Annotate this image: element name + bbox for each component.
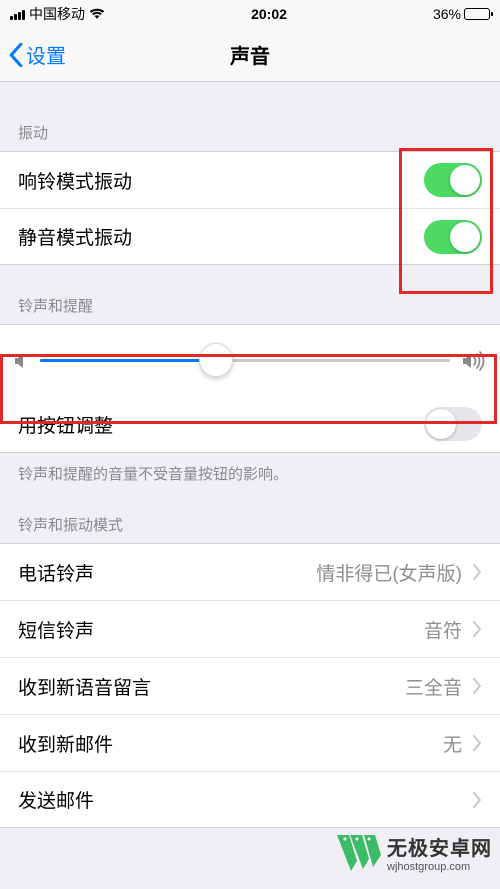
status-bar: 中国移动 20:02 36% bbox=[0, 0, 500, 28]
watermark-url: wjhostgroup.com bbox=[387, 861, 492, 873]
battery-indicator: 36% bbox=[433, 6, 490, 22]
nav-bar: 设置 声音 bbox=[0, 28, 500, 82]
chevron-right-icon bbox=[472, 792, 482, 808]
watermark: 无极安卓网 wjhostgroup.com bbox=[337, 832, 492, 873]
row-label: 短信铃声 bbox=[18, 616, 94, 643]
row-pattern-item[interactable]: 收到新邮件 无 bbox=[0, 714, 500, 771]
chevron-right-icon bbox=[472, 735, 482, 751]
watermark-cn: 无极安卓网 bbox=[387, 832, 492, 861]
row-label: 响铃模式振动 bbox=[18, 167, 132, 194]
row-label: 电话铃声 bbox=[18, 559, 94, 586]
status-left: 中国移动 bbox=[10, 4, 105, 24]
row-label: 用按钮调整 bbox=[18, 411, 113, 438]
row-pattern-item[interactable]: 电话铃声 情非得已(女声版) bbox=[0, 543, 500, 600]
row-vibrate-on-ring: 响铃模式振动 bbox=[0, 151, 500, 208]
row-value: 情非得已(女声版) bbox=[316, 559, 462, 586]
watermark-logo-icon bbox=[337, 835, 381, 871]
section-header-patterns: 铃声和振动模式 bbox=[0, 484, 500, 543]
row-change-with-buttons: 用按钮调整 bbox=[0, 396, 500, 453]
toggle-vibrate-on-ring[interactable] bbox=[424, 163, 482, 197]
slider-handle[interactable] bbox=[199, 343, 233, 377]
row-value: 三全音 bbox=[405, 673, 462, 700]
row-value: 音符 bbox=[424, 616, 462, 643]
page-title: 声音 bbox=[0, 40, 500, 69]
signal-bars-icon bbox=[10, 8, 25, 20]
row-pattern-item[interactable]: 收到新语音留言 三全音 bbox=[0, 657, 500, 714]
row-value: 无 bbox=[443, 730, 462, 757]
toggle-change-with-buttons[interactable] bbox=[424, 407, 482, 441]
section-footer-ringtone: 铃声和提醒的音量不受音量按钮的影响。 bbox=[0, 453, 500, 484]
chevron-right-icon bbox=[472, 564, 482, 580]
row-label: 发送邮件 bbox=[18, 786, 94, 813]
carrier-label: 中国移动 bbox=[29, 4, 85, 24]
row-pattern-item[interactable]: 短信铃声 音符 bbox=[0, 600, 500, 657]
row-pattern-item[interactable]: 发送邮件 bbox=[0, 771, 500, 828]
battery-pct-label: 36% bbox=[433, 6, 461, 22]
row-volume-slider bbox=[0, 324, 500, 396]
watermark-text: 无极安卓网 wjhostgroup.com bbox=[387, 832, 492, 873]
section-header-ringtone: 铃声和提醒 bbox=[0, 265, 500, 324]
row-label: 静音模式振动 bbox=[18, 223, 132, 250]
toggle-vibrate-on-silent[interactable] bbox=[424, 220, 482, 254]
volume-slider[interactable] bbox=[40, 359, 450, 362]
chevron-right-icon bbox=[472, 678, 482, 694]
volume-low-icon bbox=[14, 352, 28, 370]
row-label: 收到新语音留言 bbox=[18, 673, 151, 700]
section-header-vibrate: 振动 bbox=[0, 82, 500, 151]
row-vibrate-on-silent: 静音模式振动 bbox=[0, 208, 500, 265]
row-label: 收到新邮件 bbox=[18, 730, 113, 757]
wifi-icon bbox=[89, 8, 105, 20]
status-time: 20:02 bbox=[251, 6, 287, 22]
chevron-right-icon bbox=[472, 621, 482, 637]
volume-high-icon bbox=[462, 351, 486, 371]
battery-icon bbox=[464, 8, 490, 20]
status-right: 36% bbox=[433, 6, 490, 22]
